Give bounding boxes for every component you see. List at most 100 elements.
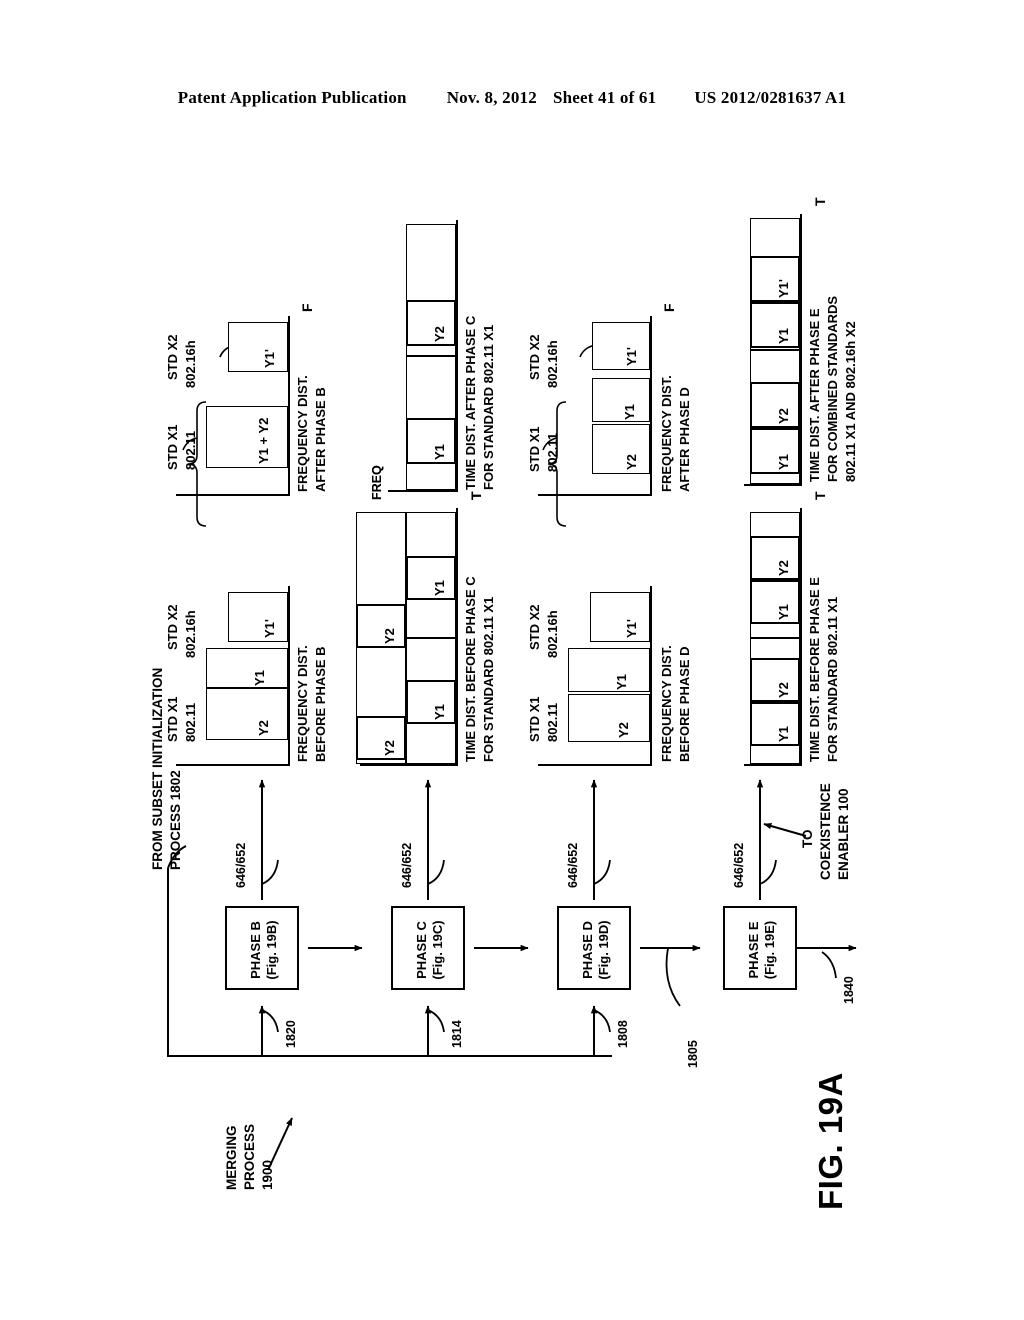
panel-title-line1-after-b: FREQUENCY DIST. — [295, 375, 310, 492]
freq-axis-before-b — [288, 586, 290, 766]
ref-646-652-e: 646/652 — [732, 842, 746, 888]
panel-title-line1-after-d: FREQUENCY DIST. — [659, 375, 674, 492]
panel-title-line2-before-c: FOR STANDARD 802.11 X1 — [481, 596, 496, 762]
time-axis-base-before-c — [360, 764, 458, 766]
freq-bar-y1p-after-b — [228, 322, 288, 372]
freq-bar-y1-before-b — [206, 648, 288, 688]
freq-label-after-c: FREQ — [370, 465, 384, 500]
freq-bar-y1p-label-before-d: Y1' — [624, 619, 639, 638]
time-cell-y1-label-after-c: Y1 — [432, 444, 447, 460]
time-axis-before-c — [456, 508, 458, 766]
freq-bar-y2-before-b — [206, 688, 288, 740]
freq-axis-base-before-b — [176, 764, 290, 766]
ref-646-652-c: 646/652 — [400, 842, 414, 888]
axis-label-t-before-e: T — [812, 491, 828, 500]
time-cell-y2-label-after-c: Y2 — [432, 326, 447, 342]
std-x1-line1-after-d: STD X1 — [527, 426, 542, 472]
figure-linework — [167, 344, 857, 1171]
panel-title-line2-before-d: BEFORE PHASE D — [677, 646, 692, 762]
ref-1840: 1840 — [842, 976, 856, 1004]
freq-axis-base-after-d — [538, 494, 652, 496]
time-cell-y1p-label-after-e: Y1' — [776, 279, 791, 298]
freq-axis-after-d — [650, 316, 652, 496]
time-cell-y2-a-before-c — [356, 604, 406, 648]
freq-bar-y1-label-after-d: Y1 — [622, 404, 637, 420]
std-x1-line2-after-d: 802.11 — [545, 432, 560, 472]
panel-title-line1-before-b: FREQUENCY DIST. — [295, 645, 310, 762]
std-x2-line2-before-b: 802.16h — [183, 610, 198, 658]
freq-bar-y1p-label-before-b: Y1' — [262, 619, 277, 638]
freq-bar-y1p-after-d — [592, 322, 650, 370]
axis-label-f-before-d: F — [661, 303, 677, 312]
time-cell-y2-a-label-before-c: Y2 — [382, 628, 397, 644]
std-x1-line1-after-b: STD X1 — [165, 424, 180, 470]
time-axis-after-e — [800, 214, 802, 486]
freq-bar-y1p-label-after-b: Y1' — [262, 349, 277, 368]
freq-bar-merged-after-b — [206, 406, 288, 468]
time-axis-base-before-e — [744, 764, 802, 766]
freq-bar-y2-label-before-d: Y2 — [616, 722, 631, 738]
flow-box-phase-e[interactable]: PHASE E (Fig. 19E) — [723, 906, 797, 990]
time-cell-y1-a-after-e — [750, 428, 800, 474]
std-x1-line1-before-d: STD X1 — [527, 696, 542, 742]
figure-caption: FIG. 19A — [812, 1072, 849, 1210]
flow-box-phase-c[interactable]: PHASE C (Fig. 19C) — [391, 906, 465, 990]
std-x2-line1-before-b: STD X2 — [165, 604, 180, 650]
ref-1805: 1805 — [686, 1040, 700, 1068]
std-x2-line1-before-d: STD X2 — [527, 604, 542, 650]
time-cell-y1p-after-e — [750, 256, 800, 302]
time-cell-y2-after-c — [406, 300, 456, 346]
flow-box-phase-b[interactable]: PHASE B (Fig. 19B) — [225, 906, 299, 990]
time-cell-y1-b-label-before-c: Y1 — [432, 704, 447, 720]
freq-bar-y1-label-before-d: Y1 — [614, 674, 629, 690]
axis-label-f-before-b: F — [299, 303, 315, 312]
freq-axis-base-before-d — [538, 764, 652, 766]
time-cell-y1-b-label-after-e: Y1 — [776, 328, 791, 344]
time-axis-before-e — [800, 508, 802, 766]
freq-bar-y1-before-d — [568, 648, 650, 692]
panel-title-line2-after-d: AFTER PHASE D — [677, 387, 692, 492]
std-x1-line1-before-b: STD X1 — [165, 696, 180, 742]
ref-646-652-b: 646/652 — [234, 842, 248, 888]
flow-box-phase-d[interactable]: PHASE D (Fig. 19D) — [557, 906, 631, 990]
std-x1-line2-before-d: 802.11 — [545, 702, 560, 742]
ref-1820: 1820 — [284, 1020, 298, 1048]
time-cell-y1-a-before-c — [406, 556, 456, 600]
flow-box-phase-e-title: PHASE E — [746, 921, 762, 979]
time-axis-base-after-c — [388, 490, 458, 492]
header-number: US 2012/0281637 A1 — [694, 88, 847, 107]
panel-title-line2-after-b: AFTER PHASE B — [313, 387, 328, 492]
flow-box-phase-d-subtitle: (Fig. 19D) — [596, 920, 611, 980]
panel-title-line2-before-e: FOR STANDARD 802.11 X1 — [825, 596, 840, 762]
freq-axis-base-after-b — [176, 494, 290, 496]
header-publication: Patent Application Publication — [177, 88, 407, 107]
merging-process-line2: PROCESS — [242, 1123, 257, 1190]
axis-label-t-after-e: T — [812, 197, 828, 206]
time-cell-y2-b-before-c — [356, 716, 406, 760]
time-cell-y1-b-label-before-e: Y1 — [776, 604, 791, 620]
ref-646-652-d: 646/652 — [566, 842, 580, 888]
std-x1-line2-before-b: 802.11 — [183, 702, 198, 742]
page-header: Patent Application Publication Nov. 8, 20… — [0, 88, 1024, 108]
freq-bar-y1-label-before-b: Y1 — [252, 670, 267, 686]
freq-bar-y1p-before-d — [590, 592, 650, 642]
from-subset-init-line1: FROM SUBSET INITIALIZATION — [150, 667, 165, 870]
to-coexistence-line3: ENABLER 100 — [836, 788, 851, 880]
time-cell-y2-after-e — [750, 382, 800, 428]
time-cell-y1-a-label-after-e: Y1 — [776, 454, 791, 470]
panel-title-line2-after-c: FOR STANDARD 802.11 X1 — [481, 324, 496, 490]
freq-bar-y2-before-d — [568, 694, 650, 742]
flow-box-phase-b-title: PHASE B — [248, 921, 264, 979]
std-x1-line2-after-b: 802.11 — [183, 430, 198, 470]
freq-axis-before-d — [650, 586, 652, 766]
time-cell-y1-b-before-c — [406, 680, 456, 724]
panel-title-line1-before-d: FREQUENCY DIST. — [659, 645, 674, 762]
std-x2-line1-after-d: STD X2 — [527, 334, 542, 380]
from-subset-init-line2: PROCESS 1802 — [168, 770, 183, 870]
panel-title-line2-before-b: BEFORE PHASE B — [313, 646, 328, 762]
time-cell-y1-a-label-before-c: Y1 — [432, 580, 447, 596]
time-cell-y2-b-label-before-e: Y2 — [776, 560, 791, 576]
merging-process-line3: 1900 — [260, 1159, 275, 1190]
freq-bar-merged-label-after-b: Y1 + Y2 — [256, 417, 271, 464]
time-cell-y2-a-before-e — [750, 658, 800, 702]
